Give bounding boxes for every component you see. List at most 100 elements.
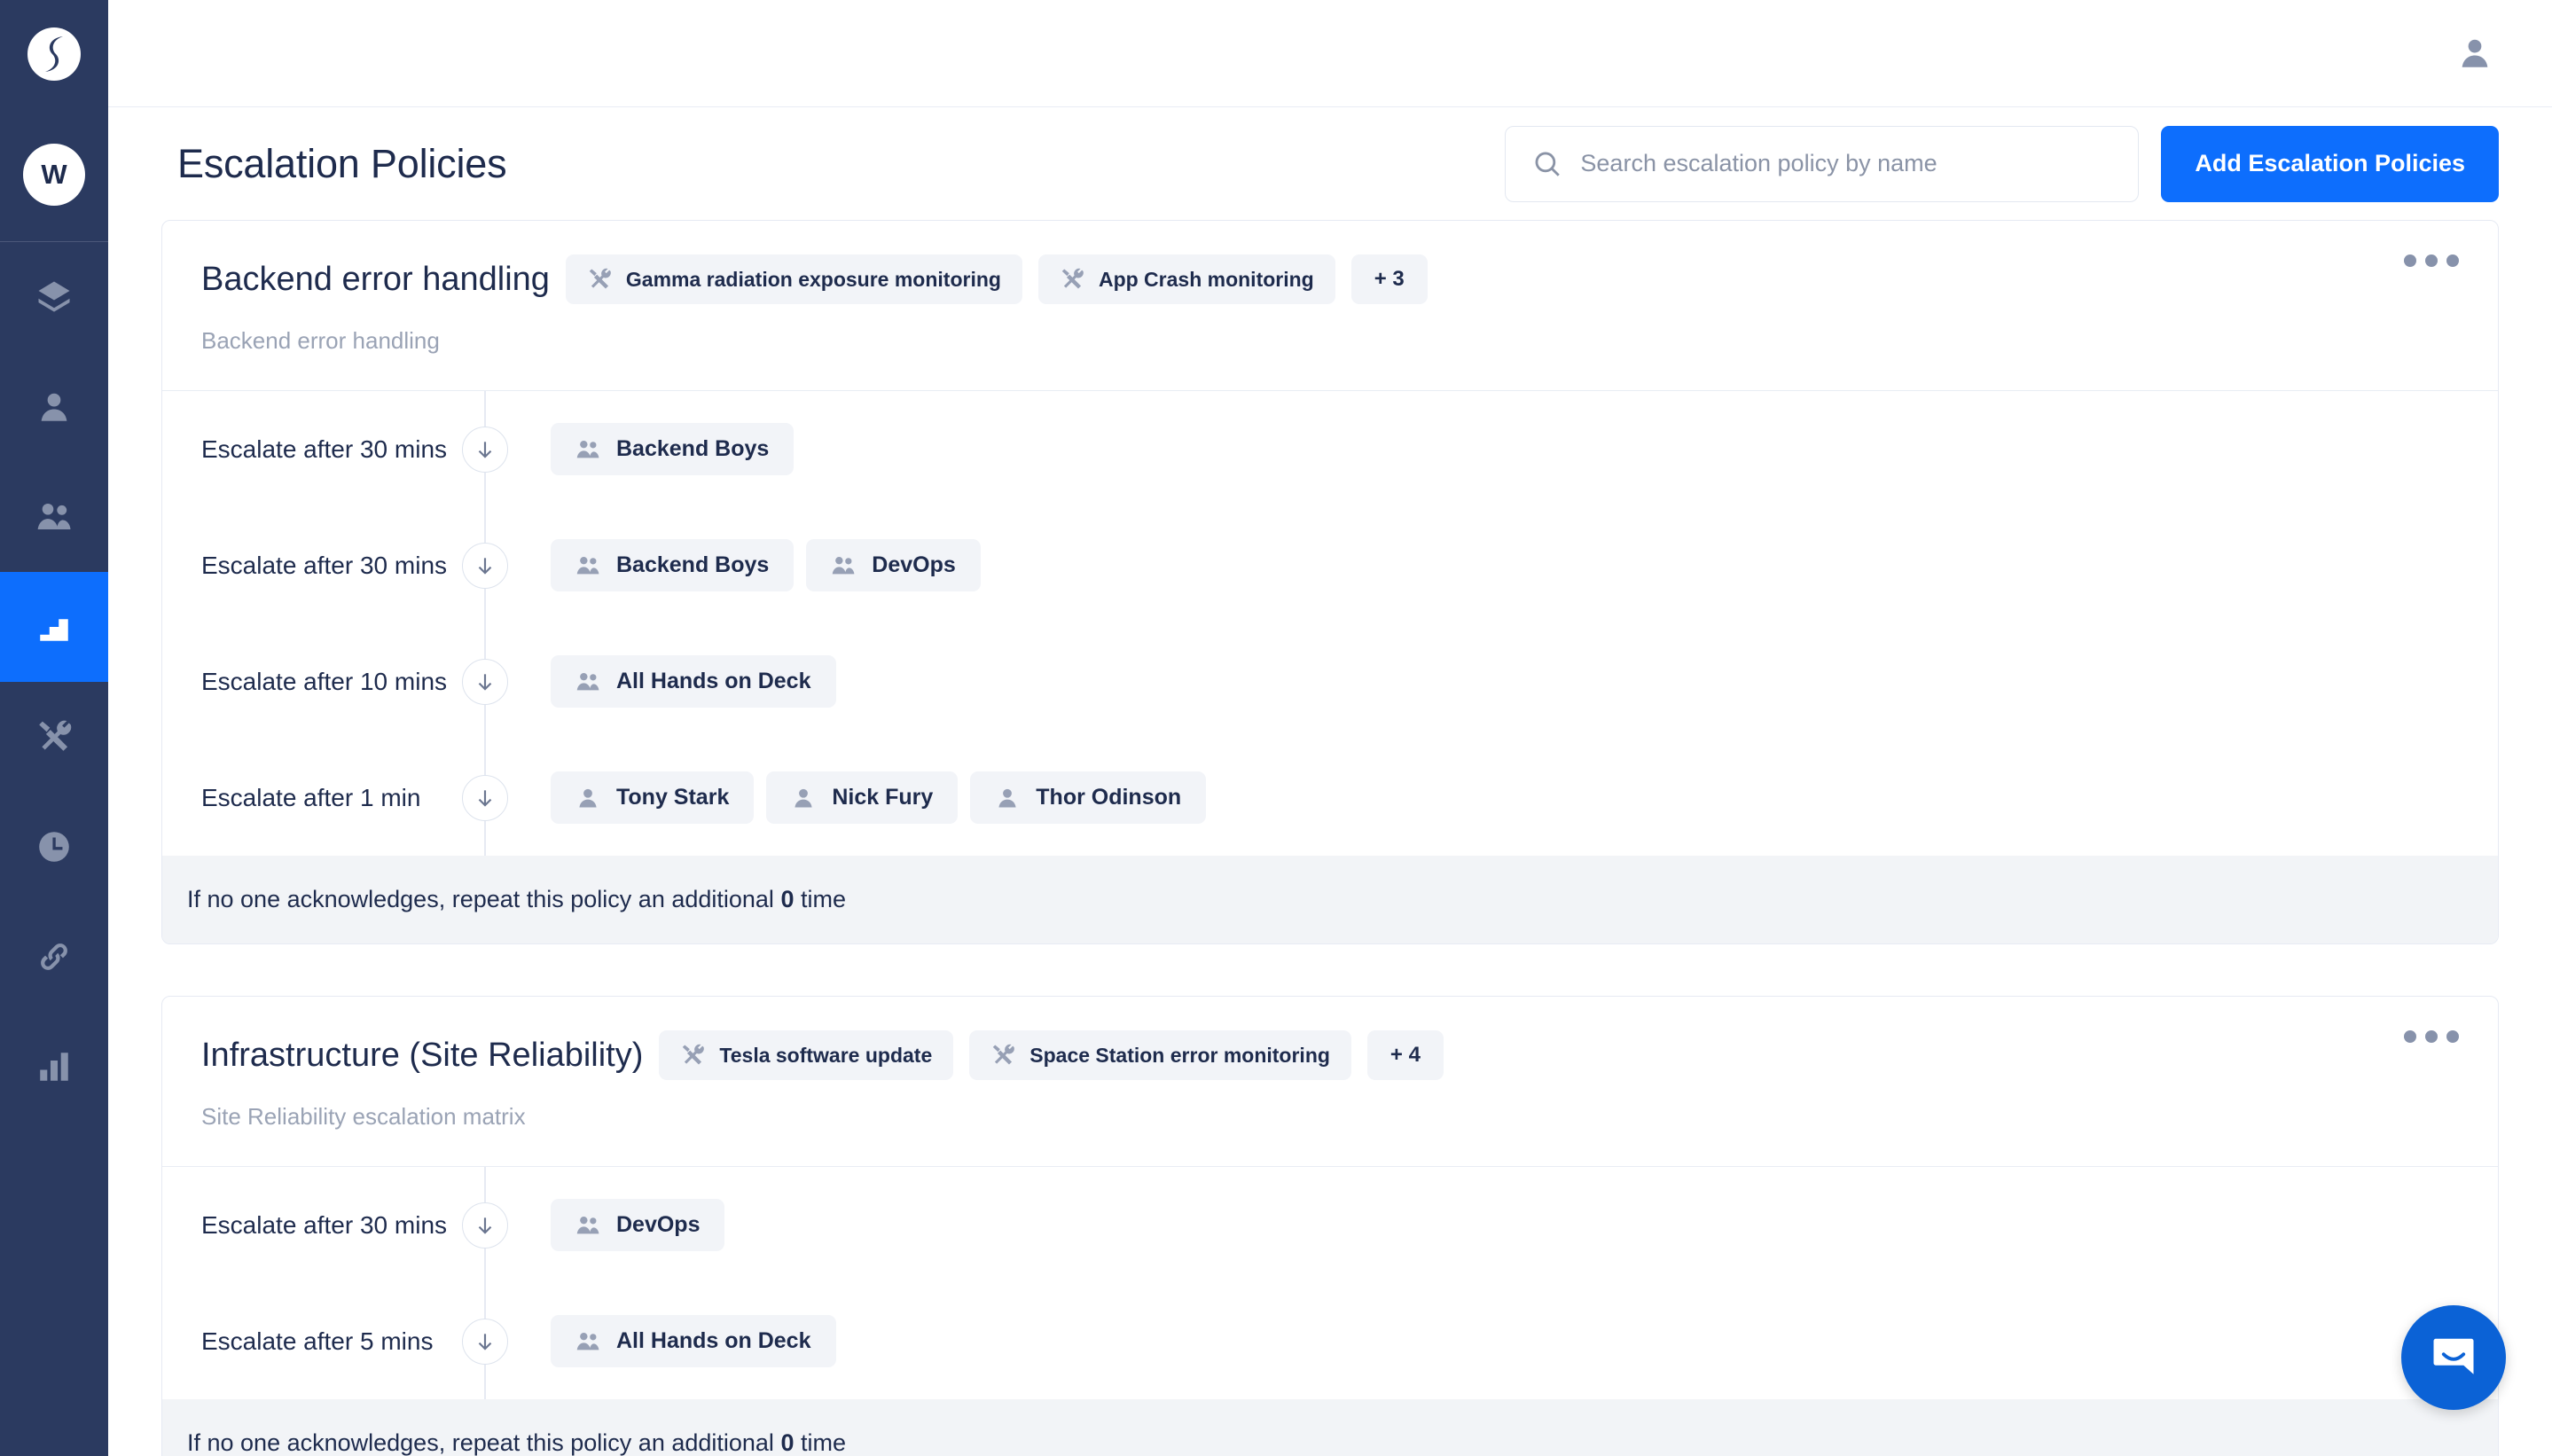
step-targets: Backend Boys — [538, 423, 795, 475]
policy-repeat-footer: If no one acknowledges, repeat this poli… — [162, 856, 2498, 943]
users-icon — [576, 440, 599, 458]
sidebar-item-analytics[interactable] — [0, 1012, 108, 1122]
tools-icon — [1060, 267, 1084, 292]
policy-card-header: Infrastructure (Site Reliability) Tesla … — [162, 997, 2498, 1166]
sidebar-item-integrations[interactable] — [0, 902, 108, 1012]
link-icon — [41, 943, 67, 970]
user-icon — [579, 788, 597, 807]
dot — [2446, 1030, 2459, 1043]
arrow-down-icon — [462, 1202, 508, 1249]
target-name: Backend Boys — [616, 436, 770, 461]
sidebar-item-teams[interactable] — [0, 462, 108, 572]
target-chip-group[interactable]: Backend Boys — [551, 423, 795, 475]
target-chip-group[interactable]: All Hands on Deck — [551, 1315, 836, 1367]
topbar — [108, 0, 2552, 107]
header-actions: Add Escalation Policies — [1505, 125, 2499, 202]
policy-title: Backend error handling — [201, 260, 550, 298]
policy-repeat-footer: If no one acknowledges, repeat this poli… — [162, 1399, 2498, 1456]
policy-tag[interactable]: Tesla software update — [659, 1030, 954, 1080]
target-name: Thor Odinson — [1036, 785, 1182, 810]
target-chip-user[interactable]: Thor Odinson — [970, 771, 1207, 824]
step-connector — [432, 391, 538, 507]
add-escalation-policies-button[interactable]: Add Escalation Policies — [2161, 125, 2499, 202]
policy-step: Escalate after 5 mins All Hands on Deck — [162, 1283, 2498, 1399]
user-icon — [795, 788, 812, 807]
policy-tag[interactable]: Gamma radiation exposure monitoring — [565, 254, 1022, 304]
step-delay-label: Escalate after 1 min — [201, 783, 421, 811]
policy-tag[interactable]: Space Station error monitoring — [969, 1030, 1351, 1080]
step-connector — [432, 623, 538, 740]
tools-icon — [39, 720, 72, 751]
target-name: Tony Stark — [616, 785, 730, 810]
search-icon — [1535, 152, 1561, 176]
target-chip-group[interactable]: All Hands on Deck — [551, 655, 836, 708]
chat-widget-button[interactable] — [2401, 1305, 2506, 1410]
step-targets: All Hands on Deck — [538, 1315, 836, 1367]
policy-more-menu-button[interactable] — [2404, 254, 2459, 267]
main-area: Escalation Policies Add Escalation Polic… — [108, 0, 2552, 1456]
sidebar-item-services-tools[interactable] — [0, 682, 108, 792]
sidebar-item-on-call-schedules[interactable] — [0, 792, 108, 902]
app-logo[interactable] — [0, 0, 108, 108]
step-delay-label: Escalate after 5 mins — [201, 1327, 434, 1355]
step-targets: Tony Stark Nick Fury Thor Odinson — [538, 771, 1207, 824]
step-connector — [432, 1283, 538, 1399]
sidebar-item-services[interactable] — [0, 242, 108, 352]
step-delay-label: Escalate after 30 mins — [201, 434, 448, 463]
user-icon — [998, 788, 1016, 807]
arrow-down-icon — [462, 774, 508, 821]
sidebar-nav — [0, 242, 108, 1122]
policy-card: Backend error handling Gamma radiation e… — [161, 220, 2499, 944]
sidebar-item-escalation-policies[interactable] — [0, 572, 108, 682]
target-name: All Hands on Deck — [616, 669, 811, 693]
step-connector — [432, 1167, 538, 1283]
users-icon — [37, 503, 71, 529]
stairs-icon — [40, 619, 68, 641]
policy-tag-overflow[interactable]: + 4 — [1366, 1030, 1444, 1080]
policy-more-menu-button[interactable] — [2404, 1030, 2459, 1043]
search-input[interactable] — [1580, 150, 2112, 177]
workspace-switcher[interactable]: W — [0, 108, 108, 241]
target-chip-user[interactable]: Tony Stark — [551, 771, 755, 824]
tools-icon — [587, 267, 612, 292]
step-targets: DevOps — [538, 1199, 725, 1251]
arrow-down-icon — [462, 658, 508, 705]
repeat-text-suffix: time — [794, 1429, 846, 1456]
policy-description: Backend error handling — [201, 327, 440, 354]
target-name: DevOps — [616, 1212, 701, 1237]
policy-tag-label: Space Station error monitoring — [1029, 1043, 1330, 1067]
bar-chart-icon — [40, 1053, 68, 1081]
target-name: DevOps — [872, 552, 956, 577]
policy-step: Escalate after 10 mins All Hands on Deck — [162, 623, 2498, 740]
users-icon — [833, 556, 855, 574]
target-chip-user[interactable]: Nick Fury — [766, 771, 959, 824]
users-icon — [576, 1332, 599, 1350]
target-chip-group[interactable]: Backend Boys — [551, 539, 795, 591]
repeat-text-suffix: time — [794, 886, 846, 912]
policy-tag-label: Gamma radiation exposure monitoring — [625, 267, 1001, 291]
chat-bubble-icon — [2433, 1338, 2474, 1374]
policy-step: Escalate after 30 mins Backend Boys — [162, 507, 2498, 623]
users-icon — [576, 672, 599, 690]
step-delay-label: Escalate after 30 mins — [201, 551, 448, 579]
search-box[interactable] — [1505, 125, 2140, 202]
target-chip-group[interactable]: DevOps — [806, 539, 981, 591]
step-targets: Backend Boys DevOps — [538, 539, 981, 591]
policy-steps: Escalate after 30 mins DevOps Escalate a… — [162, 1167, 2498, 1399]
users-icon — [576, 1216, 599, 1233]
step-delay-label: Escalate after 10 mins — [201, 667, 448, 695]
repeat-count: 0 — [780, 1429, 795, 1456]
policy-step: Escalate after 1 min Tony Stark Nick Fur… — [162, 740, 2498, 856]
sidebar-item-users[interactable] — [0, 352, 108, 462]
policy-tag-overflow[interactable]: + 3 — [1350, 254, 1428, 304]
app-root: W Escalation Policies Search escalation … — [0, 0, 2552, 1456]
step-targets: All Hands on Deck — [538, 655, 836, 708]
target-name: All Hands on Deck — [616, 1328, 811, 1353]
step-connector — [432, 740, 538, 856]
user-avatar-icon[interactable] — [2456, 35, 2493, 72]
policy-tag[interactable]: App Crash monitoring — [1037, 254, 1335, 304]
repeat-count: 0 — [780, 886, 795, 912]
workspace-initial: W — [23, 144, 85, 206]
target-chip-group[interactable]: DevOps — [551, 1199, 725, 1251]
arrow-down-icon — [462, 542, 508, 589]
